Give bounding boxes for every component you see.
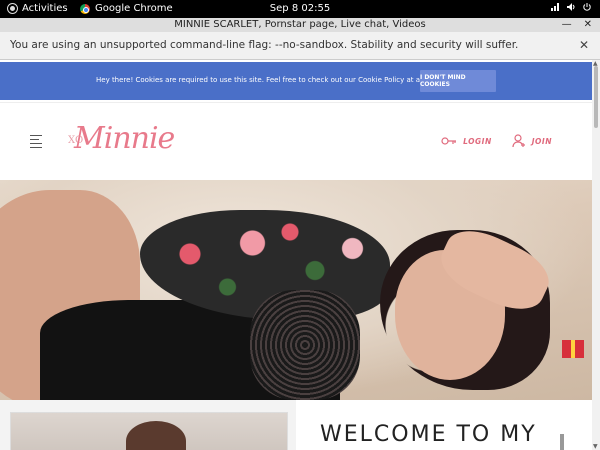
unsupported-flag-infobar: You are using an unsupported command-lin… <box>0 32 600 60</box>
key-icon <box>441 137 457 145</box>
window-title: MINNIE SCARLET, Pornstar page, Live chat… <box>174 19 426 30</box>
welcome-section: WELCOME TO MY <box>0 400 592 450</box>
minimize-icon[interactable]: — <box>562 18 572 32</box>
scroll-down-icon[interactable]: ▼ <box>593 443 598 450</box>
gift-icon[interactable] <box>562 340 584 358</box>
logo-name: Minnie <box>74 121 175 156</box>
join-label: JOIN <box>531 136 552 146</box>
menu-icon[interactable] <box>30 135 42 151</box>
infobar-close-icon[interactable]: ✕ <box>579 38 589 52</box>
header-nav: LOGIN JOIN <box>441 134 552 148</box>
chat-scroll-handle[interactable] <box>560 434 564 450</box>
profile-photo <box>10 412 288 450</box>
cookie-text: Hey there! Cookies are required to use t… <box>96 76 449 84</box>
site-header: XO Minnie LOGIN JOIN <box>0 102 592 180</box>
profile-photo-panel <box>0 400 296 450</box>
system-top-bar: Activities Google Chrome Sep 8 02:55 <box>0 0 600 18</box>
clock[interactable]: Sep 8 02:55 <box>0 3 600 14</box>
page-viewport: Hey there! Cookies are required to use t… <box>0 60 600 450</box>
power-icon <box>583 3 591 11</box>
welcome-heading: WELCOME TO MY <box>320 422 537 447</box>
page-scrollbar[interactable]: ▲ ▼ <box>592 60 600 450</box>
volume-icon <box>567 3 575 11</box>
infobar-message: You are using an unsupported command-lin… <box>10 39 519 51</box>
join-link[interactable]: JOIN <box>512 134 552 148</box>
cookie-banner: Hey there! Cookies are required to use t… <box>0 62 592 100</box>
close-icon[interactable]: ✕ <box>584 18 592 32</box>
accept-cookies-button[interactable]: I DON'T MIND COOKIES <box>420 70 496 92</box>
browser-title-bar: MINNIE SCARLET, Pornstar page, Live chat… <box>0 18 600 32</box>
system-tray[interactable] <box>550 2 592 12</box>
login-label: LOGIN <box>463 136 492 146</box>
scrollbar-thumb[interactable] <box>594 66 598 128</box>
network-icon <box>551 3 559 11</box>
user-add-icon <box>512 134 525 148</box>
hero-image <box>0 180 592 400</box>
login-link[interactable]: LOGIN <box>441 134 492 148</box>
